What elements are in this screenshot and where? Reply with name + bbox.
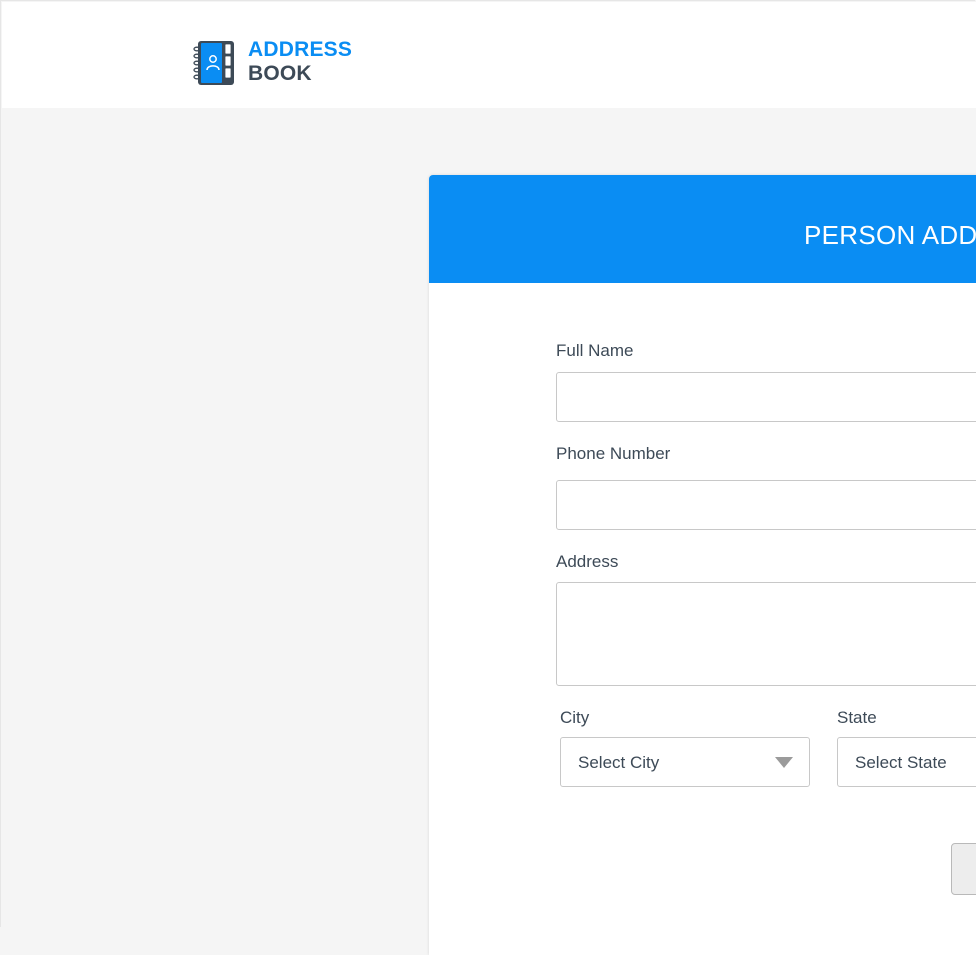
city-select[interactable]: Select City	[560, 737, 810, 787]
chevron-down-icon	[775, 757, 793, 768]
address-label: Address	[556, 552, 619, 571]
form-title: PERSON ADDR	[804, 220, 976, 250]
phone-number-label: Phone Number	[556, 444, 671, 463]
state-label: State	[837, 708, 877, 727]
full-name-label: Full Name	[556, 341, 634, 360]
app-header: ADDRESS BOOK	[2, 2, 976, 108]
form-action-button[interactable]	[951, 843, 976, 895]
address-book-icon	[193, 41, 234, 85]
city-select-value: Select City	[578, 753, 660, 772]
logo-text-address: ADDRESS	[248, 38, 353, 61]
city-label: City	[560, 708, 590, 727]
state-select-value: Select State	[855, 753, 947, 772]
address-textarea[interactable]	[556, 582, 976, 686]
state-select[interactable]: Select State	[837, 737, 976, 787]
logo[interactable]: ADDRESS BOOK	[192, 38, 352, 88]
logo-text-book: BOOK	[248, 62, 312, 85]
person-address-form-card: PERSON ADDR Full Name Phone Number Addre…	[429, 175, 976, 955]
full-name-input[interactable]	[556, 372, 976, 422]
phone-number-input[interactable]	[556, 480, 976, 530]
form-header: PERSON ADDR	[429, 175, 976, 283]
